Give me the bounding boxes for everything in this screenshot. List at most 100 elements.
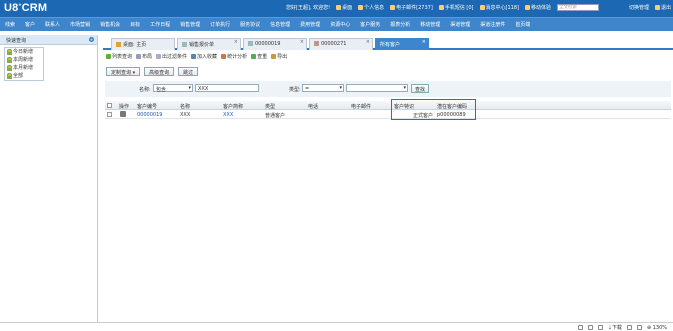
logout-link[interactable]: 退出 <box>654 4 671 11</box>
layout-icon <box>136 53 142 59</box>
nav-item[interactable]: 报表分析 <box>385 21 415 28</box>
tab-quote[interactable]: 销售报价单 × <box>177 38 241 50</box>
tab-all-customers[interactable]: 所有客户 × <box>375 38 429 50</box>
type-operator-select[interactable]: = ▾ <box>302 84 344 92</box>
expand-icon[interactable]: + <box>89 37 94 42</box>
close-icon[interactable]: × <box>234 39 238 45</box>
column-header[interactable]: 类型 <box>265 103 275 110</box>
stats-button[interactable]: 统计分析 <box>221 53 247 60</box>
column-header[interactable]: 客户编号 <box>137 103 157 110</box>
sidebar-item-today[interactable]: 今日新增 <box>5 48 43 56</box>
nav-item[interactable]: 渠道管理 <box>445 21 475 28</box>
column-header[interactable]: 电子邮件 <box>351 103 371 110</box>
export-button[interactable]: 导出 <box>271 53 287 60</box>
user-icon <box>7 65 12 71</box>
select-all-checkbox[interactable] <box>107 103 112 108</box>
nav-item[interactable]: 线索 <box>0 21 20 28</box>
table-header: 操作 客户编号 名称 客户简称 类型 电话 电子邮件 客户特识 潜在客户编码 <box>105 101 671 110</box>
chevron-down-icon: ▾ <box>403 85 406 91</box>
customer-table: 操作 客户编号 名称 客户简称 类型 电话 电子邮件 客户特识 潜在客户编码 0… <box>105 101 671 119</box>
nav-item[interactable]: 目标 <box>125 21 145 28</box>
nav-item[interactable]: 资源中心 <box>325 21 355 28</box>
column-header[interactable]: 客户简称 <box>223 103 243 110</box>
sidebar-item-all[interactable]: 全部 <box>5 72 43 80</box>
nav-item[interactable]: 客户服务 <box>355 21 385 28</box>
list-query-button[interactable]: 列表查询 <box>106 53 132 60</box>
status-bar: ⇣下载 ⊕ 130% <box>0 322 673 331</box>
favorite-button[interactable]: 加入收藏 <box>191 53 217 60</box>
tab-00000019[interactable]: 00000019 × <box>243 38 307 50</box>
message-center-link[interactable]: 消息中心[118] <box>479 4 519 11</box>
app-logo[interactable]: U8+CRM <box>4 2 47 14</box>
close-icon[interactable]: × <box>422 39 426 45</box>
row-checkbox[interactable] <box>107 112 112 117</box>
mobile-link[interactable]: 移动体验 <box>524 4 551 11</box>
sidebar-item-week[interactable]: 本周新增 <box>5 56 43 64</box>
filter-button[interactable]: 出过滤条件 <box>156 53 187 60</box>
sidebar-header: 快速查询 + <box>0 35 97 45</box>
nav-item[interactable]: 服务协议 <box>235 21 265 28</box>
desktop-link[interactable]: 桌面 <box>336 4 352 11</box>
switch-user-link[interactable]: 切换管理 <box>629 4 649 11</box>
type-value-select[interactable]: ▾ <box>346 84 408 92</box>
name-value-input[interactable]: XXX <box>195 84 259 92</box>
tab-00000271[interactable]: 00000271 × <box>309 38 373 50</box>
cell-short-name[interactable]: XXX <box>223 112 233 118</box>
cell-type: 普通客户 <box>265 113 286 119</box>
sms-link[interactable]: 手机短信 [0] <box>438 4 474 11</box>
nav-item[interactable]: 渠道注册件 <box>475 21 510 28</box>
chevron-down-icon: ▾ <box>339 85 342 91</box>
window-icon[interactable] <box>577 325 583 330</box>
fulltext-search-input[interactable]: 全文检索 <box>556 4 599 11</box>
chart-icon <box>221 53 227 59</box>
nav-item[interactable]: 移动管理 <box>415 21 445 28</box>
layout-button[interactable]: 布局 <box>136 53 152 60</box>
nav-item[interactable]: 首页端 <box>510 21 535 28</box>
nav-item[interactable]: 信息管理 <box>265 21 295 28</box>
mobile-icon <box>524 5 530 10</box>
name-operator-select[interactable]: 包含 ▾ <box>153 84 193 93</box>
settings-icon[interactable] <box>597 325 603 330</box>
filter-icon <box>156 53 162 59</box>
close-icon[interactable]: × <box>300 39 304 45</box>
email-link[interactable]: 电子邮件[2737] <box>390 4 433 11</box>
shield-icon[interactable] <box>626 325 632 330</box>
folder-icon <box>191 53 197 59</box>
chevron-down-icon: ▾ <box>188 85 191 91</box>
nav-item[interactable]: 销售管理 <box>175 21 205 28</box>
export-icon <box>271 53 277 59</box>
search-button[interactable]: 查找 <box>411 84 430 93</box>
nav-item[interactable]: 联系人 <box>40 21 65 28</box>
nav-item[interactable]: 客户 <box>20 21 40 28</box>
nav-item[interactable]: 订单执行 <box>205 21 235 28</box>
profile-link[interactable]: 个人信息 <box>358 4 384 11</box>
column-header: 操作 <box>119 104 130 110</box>
edit-icon[interactable] <box>120 111 126 117</box>
skip-button[interactable]: 跳过 <box>178 67 199 76</box>
nav-item[interactable]: 工作日程 <box>145 21 175 28</box>
table-row[interactable]: 00000019 XXX XXX 普通客户 正式客户 p00000089 <box>105 110 671 119</box>
advanced-query-button[interactable]: 高级查询 <box>144 67 175 76</box>
download-link[interactable]: ⇣下载 <box>608 324 622 331</box>
globe-icon[interactable] <box>636 325 642 330</box>
tab-home[interactable]: 桌面: 主页 <box>111 38 175 50</box>
zoom-level[interactable]: ⊕ 130% <box>647 325 667 331</box>
greeting-text: 您好[王超], 欢迎您! <box>286 5 331 11</box>
tab-bar: 桌面: 主页 销售报价单 × 00000019 × 00000271 × 所有客户 × <box>103 35 673 50</box>
cell-customer-code[interactable]: 00000019 <box>137 112 162 118</box>
duplicate-check-button[interactable]: 查重 <box>251 53 267 60</box>
name-label: 名称: <box>139 87 151 93</box>
close-icon[interactable]: × <box>366 39 370 45</box>
top-bar: U8+CRM 您好[王超], 欢迎您! 桌面 个人信息 电子邮件[2737] 手… <box>0 0 673 17</box>
screen-icon[interactable] <box>587 325 593 330</box>
custom-query-button[interactable]: 定制查询 ▾ <box>106 67 141 76</box>
nav-item[interactable]: 销售机会 <box>95 21 125 28</box>
nav-item[interactable]: 费用管理 <box>295 21 325 28</box>
toolbar: 列表查询 布局 出过滤条件 加入收藏 统计分析 查重 导出 <box>104 51 673 61</box>
sidebar-item-month[interactable]: 本月新增 <box>5 64 43 72</box>
nav-item[interactable]: 市场营销 <box>65 21 95 28</box>
column-header[interactable]: 名称 <box>180 103 190 110</box>
user-icon <box>7 73 12 79</box>
home-icon <box>116 42 121 47</box>
column-header[interactable]: 电话 <box>308 103 318 110</box>
